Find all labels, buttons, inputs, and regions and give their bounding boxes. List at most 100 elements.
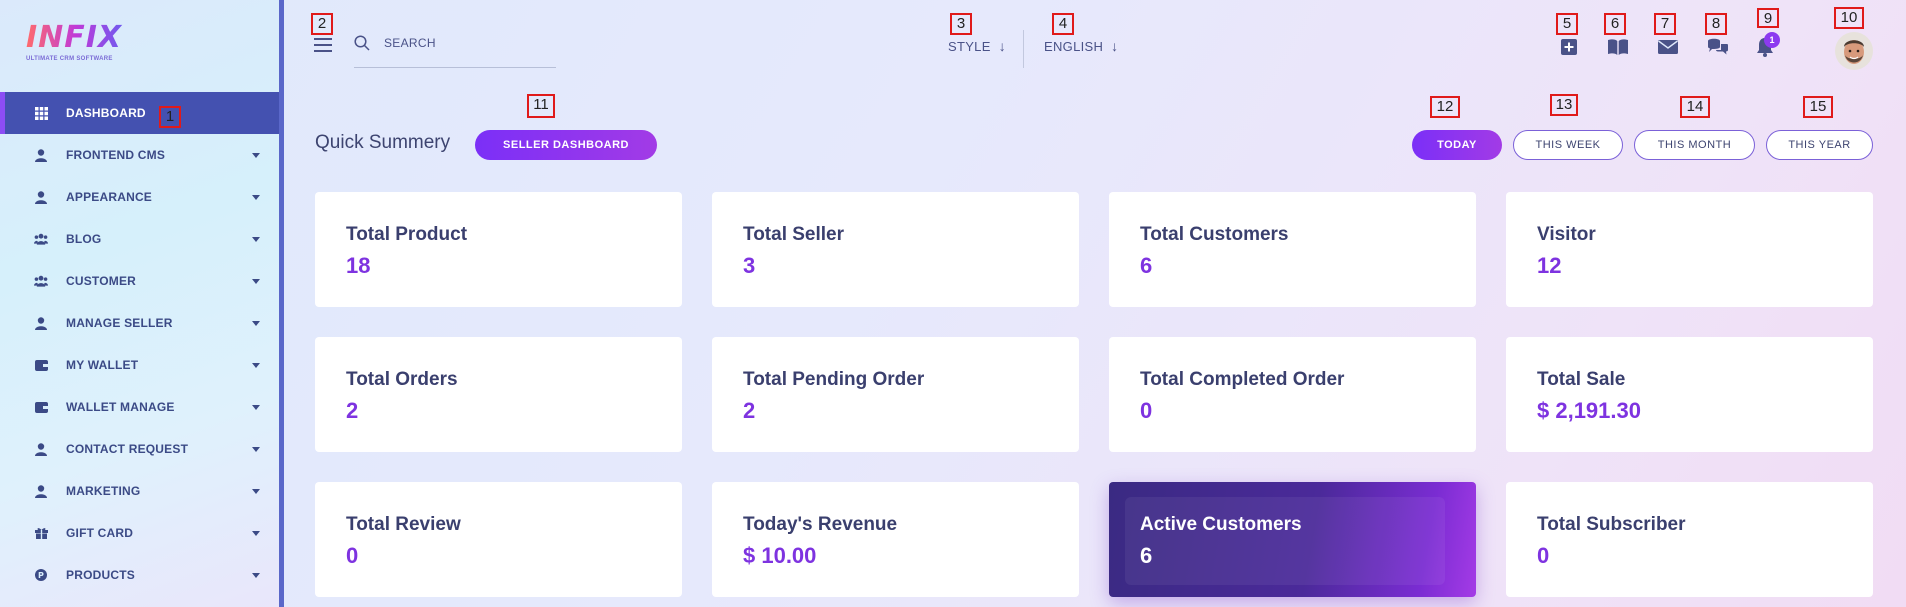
marker-15: 15 xyxy=(1803,96,1833,118)
summary-card-total-subscriber[interactable]: Total Subscriber 0 xyxy=(1506,482,1873,597)
chat-button[interactable] xyxy=(1706,36,1728,58)
logo-tagline: ULTIMATE CRM SOFTWARE xyxy=(26,56,113,62)
sidebar-item-label: CUSTOMER xyxy=(66,274,137,288)
summary-card-todays-revenue[interactable]: Today's Revenue $ 10.00 xyxy=(712,482,1079,597)
period-today-button[interactable]: TODAY xyxy=(1412,130,1502,160)
marker-3: 3 xyxy=(950,13,972,35)
marker-6: 6 xyxy=(1604,13,1626,35)
menu-toggle-button[interactable] xyxy=(314,38,332,54)
card-value: 6 xyxy=(1140,253,1153,278)
card-title: Total Completed Order xyxy=(1140,369,1345,390)
add-new-button[interactable] xyxy=(1558,36,1580,58)
arrow-down-icon: ↓ xyxy=(1111,38,1119,54)
chevron-down-icon xyxy=(252,531,260,536)
docs-button[interactable] xyxy=(1606,36,1628,58)
avatar[interactable] xyxy=(1835,32,1873,70)
chevron-down-icon xyxy=(252,447,260,452)
sidebar-item-label: APPEARANCE xyxy=(66,190,153,204)
marker-1: 1 xyxy=(159,106,181,128)
summary-card-visitor[interactable]: Visitor 12 xyxy=(1506,192,1873,307)
marker-11: 11 xyxy=(527,94,555,118)
users-icon xyxy=(34,274,48,288)
search-bar xyxy=(354,32,556,68)
card-value: 2 xyxy=(346,398,359,423)
summary-card-total-customers[interactable]: Total Customers 6 xyxy=(1109,192,1476,307)
summary-card-total-orders[interactable]: Total Orders 2 xyxy=(315,337,682,452)
marker-4: 4 xyxy=(1052,13,1074,35)
wallet-icon xyxy=(34,400,48,414)
style-label: STYLE xyxy=(948,38,991,54)
chevron-down-icon xyxy=(252,321,260,326)
chevron-down-icon xyxy=(252,153,260,158)
language-label: ENGLISH xyxy=(1044,38,1104,54)
card-highlight-panel xyxy=(1125,497,1445,585)
marker-5: 5 xyxy=(1556,13,1578,35)
card-value: 3 xyxy=(743,253,756,278)
style-dropdown[interactable]: STYLE ↓ xyxy=(948,38,1006,54)
chevron-down-icon xyxy=(252,405,260,410)
search-input[interactable] xyxy=(384,32,544,54)
users-icon xyxy=(34,232,48,246)
period-this-year-button[interactable]: THIS YEAR xyxy=(1766,130,1873,160)
sidebar-item-products[interactable]: P PRODUCTS xyxy=(0,554,280,596)
card-title: Total Subscriber xyxy=(1537,514,1686,535)
card-title: Total Orders xyxy=(346,369,458,390)
language-dropdown[interactable]: ENGLISH ↓ xyxy=(1044,38,1118,54)
sidebar-item-label: BLOG xyxy=(66,232,102,246)
chevron-down-icon xyxy=(252,489,260,494)
period-this-month-button[interactable]: THIS MONTH xyxy=(1634,130,1755,160)
sidebar-item-label: FRONTEND CMS xyxy=(66,148,166,162)
mail-button[interactable] xyxy=(1657,36,1679,58)
envelope-icon xyxy=(1658,40,1678,54)
card-title: Visitor xyxy=(1537,224,1596,245)
grid-icon xyxy=(34,106,48,120)
sidebar-item-frontend-cms[interactable]: FRONTEND CMS xyxy=(0,134,280,176)
chevron-down-icon xyxy=(252,363,260,368)
hamburger-line xyxy=(314,44,332,46)
sidebar-item-contact-request[interactable]: CONTACT REQUEST xyxy=(0,428,280,470)
user-icon xyxy=(34,484,48,498)
period-this-week-button[interactable]: THIS WEEK xyxy=(1513,130,1623,160)
chevron-down-icon xyxy=(252,237,260,242)
user-avatar-image xyxy=(1835,32,1873,70)
marker-13: 13 xyxy=(1550,94,1578,116)
sidebar-item-manage-seller[interactable]: MANAGE SELLER xyxy=(0,302,280,344)
card-title: Today's Revenue xyxy=(743,514,898,535)
user-icon xyxy=(34,190,48,204)
arrow-down-icon: ↓ xyxy=(998,38,1006,54)
marker-2: 2 xyxy=(311,13,333,35)
sidebar-item-label: CONTACT REQUEST xyxy=(66,442,189,456)
sidebar-item-blog[interactable]: BLOG xyxy=(0,218,280,260)
marker-8: 8 xyxy=(1705,13,1727,35)
sidebar-item-label: MANAGE SELLER xyxy=(66,316,173,330)
sidebar-item-dashboard[interactable]: DASHBOARD xyxy=(0,92,280,134)
sidebar-item-label: DASHBOARD xyxy=(66,106,146,120)
summary-card-total-product[interactable]: Total Product 18 xyxy=(315,192,682,307)
card-title: Total Sale xyxy=(1537,369,1626,390)
card-value: 6 xyxy=(1140,543,1153,568)
card-value: $ 10.00 xyxy=(743,543,817,568)
sidebar-item-appearance[interactable]: APPEARANCE xyxy=(0,176,280,218)
sidebar-item-label: MY WALLET xyxy=(66,358,139,372)
page-title: Quick Summery xyxy=(315,132,451,153)
summary-card-total-pending-order[interactable]: Total Pending Order 2 xyxy=(712,337,1079,452)
summary-card-total-completed-order[interactable]: Total Completed Order 0 xyxy=(1109,337,1476,452)
marker-10: 10 xyxy=(1834,7,1864,29)
marker-12: 12 xyxy=(1430,96,1460,118)
summary-card-active-customers[interactable]: Active Customers 6 xyxy=(1109,482,1476,597)
card-title: Total Review xyxy=(346,514,461,535)
logo[interactable]: INFIX ULTIMATE CRM SOFTWARE xyxy=(26,22,126,68)
hamburger-line xyxy=(314,50,332,52)
sidebar-item-customer[interactable]: CUSTOMER xyxy=(0,260,280,302)
summary-card-total-sale[interactable]: Total Sale $ 2,191.30 xyxy=(1506,337,1873,452)
search-icon xyxy=(354,35,370,51)
summary-card-total-seller[interactable]: Total Seller 3 xyxy=(712,192,1079,307)
header-divider xyxy=(1023,30,1024,68)
seller-dashboard-button[interactable]: SELLER DASHBOARD xyxy=(475,130,657,160)
sidebar-item-wallet-manage[interactable]: WALLET MANAGE xyxy=(0,386,280,428)
sidebar-item-marketing[interactable]: MARKETING xyxy=(0,470,280,512)
summary-card-total-review[interactable]: Total Review 0 xyxy=(315,482,682,597)
card-value: 0 xyxy=(1140,398,1153,423)
sidebar-item-my-wallet[interactable]: MY WALLET xyxy=(0,344,280,386)
sidebar-item-gift-card[interactable]: GIFT CARD xyxy=(0,512,280,554)
